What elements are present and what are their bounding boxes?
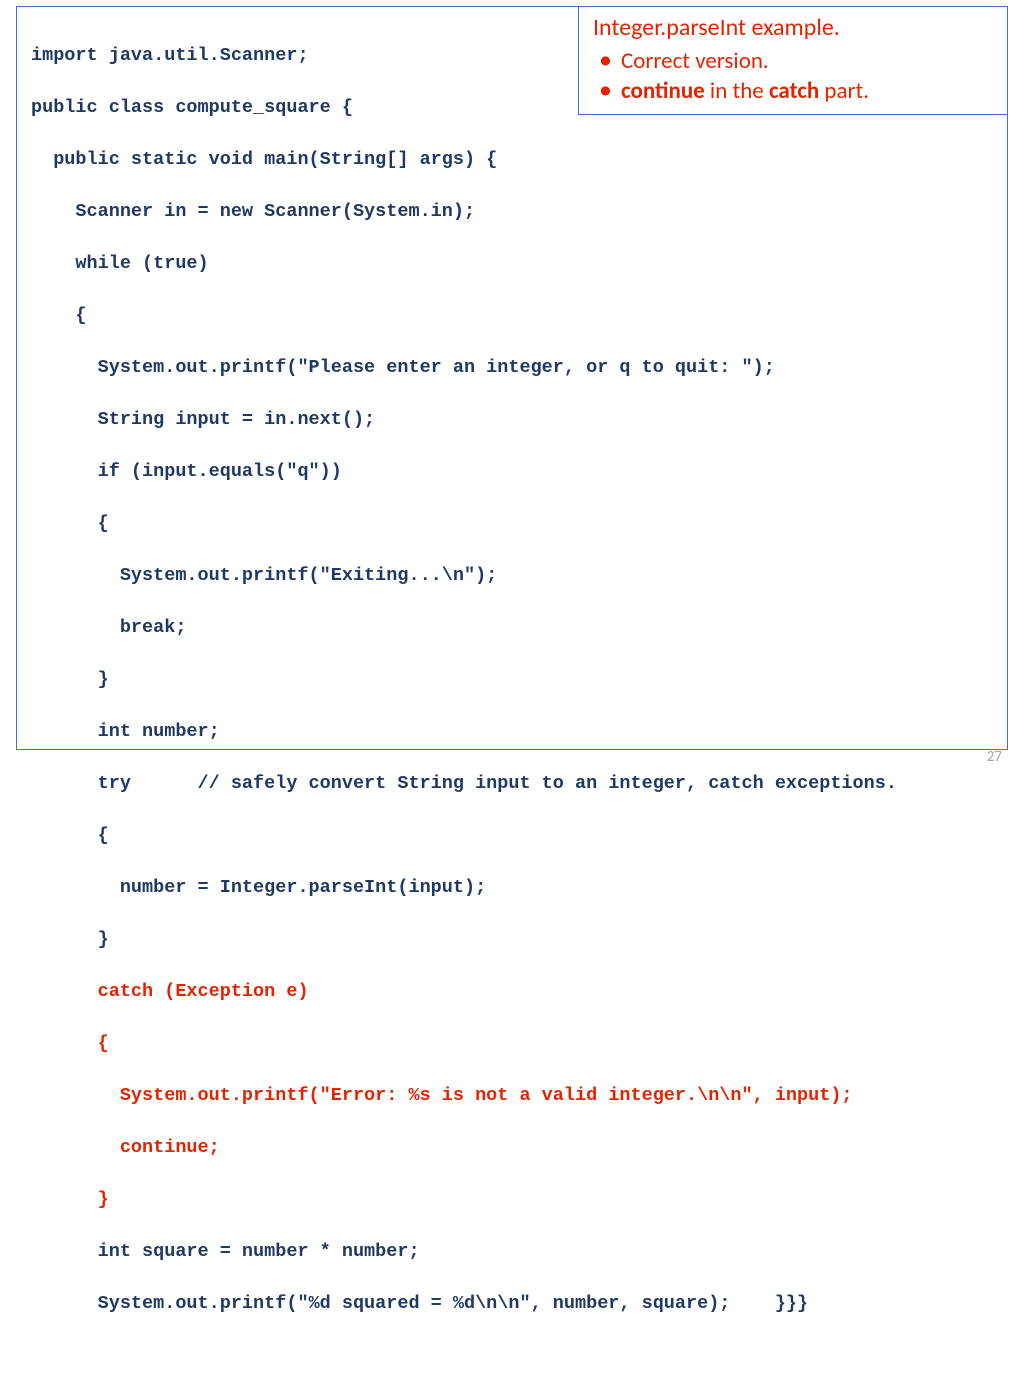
code-line: {: [31, 511, 993, 537]
code-line: System.out.printf("Please enter an integ…: [31, 355, 993, 381]
code-line: number = Integer.parseInt(input);: [31, 875, 993, 901]
text: part.: [819, 77, 869, 105]
code-line: System.out.printf("Exiting...\n");: [31, 563, 993, 589]
annotation-list: Correct version. continue in the catch p…: [593, 46, 993, 106]
code-line: {: [31, 303, 993, 329]
annotation-bullet: Correct version.: [593, 46, 993, 76]
code-line: break;: [31, 615, 993, 641]
code-line: if (input.equals("q")): [31, 459, 993, 485]
code-line: String input = in.next();: [31, 407, 993, 433]
code-line: while (true): [31, 251, 993, 277]
annotation-box: Integer.parseInt example. Correct versio…: [578, 6, 1008, 115]
code-line: int square = number * number;: [31, 1239, 993, 1265]
text-bold: continue: [621, 77, 705, 105]
code-line: }: [31, 927, 993, 953]
code-line-highlighted: catch (Exception e): [31, 979, 993, 1005]
code-line-highlighted: }: [31, 1187, 993, 1213]
text-bold: catch: [769, 77, 819, 105]
annotation-bullet: continue in the catch part.: [593, 76, 993, 106]
code-line: try // safely convert String input to an…: [31, 771, 993, 797]
page-number: 27: [987, 748, 1002, 766]
text: Correct version.: [621, 47, 769, 75]
code-line: int number;: [31, 719, 993, 745]
code-line: {: [31, 823, 993, 849]
slide-frame: import java.util.Scanner; public class c…: [16, 6, 1008, 750]
code-line-highlighted: System.out.printf("Error: %s is not a va…: [31, 1083, 993, 1109]
annotation-title: Integer.parseInt example.: [593, 13, 993, 42]
code-line: public static void main(String[] args) {: [31, 147, 993, 173]
code-line: }: [31, 667, 993, 693]
text: in the: [705, 77, 769, 105]
code-line: Scanner in = new Scanner(System.in);: [31, 199, 993, 225]
code-line-highlighted: {: [31, 1031, 993, 1057]
code-line-highlighted: continue;: [31, 1135, 993, 1161]
code-block: import java.util.Scanner; public class c…: [17, 7, 1007, 1379]
code-line: System.out.printf("%d squared = %d\n\n",…: [31, 1291, 993, 1317]
